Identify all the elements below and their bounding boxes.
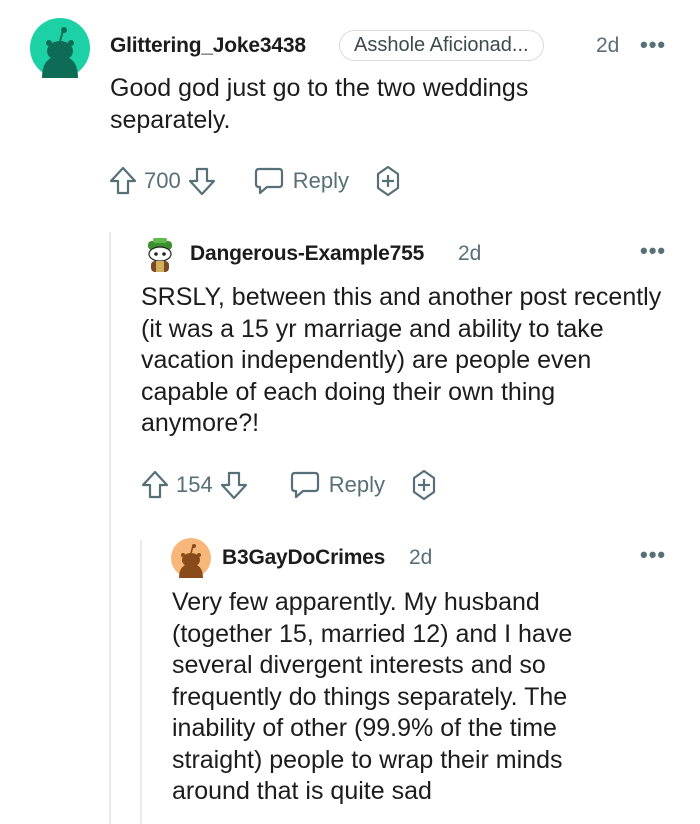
user-flair-text: Asshole Aficionad... xyxy=(354,34,529,56)
vote-count: 154 xyxy=(176,472,213,497)
user-flair[interactable]: Asshole Aficionad... xyxy=(339,30,544,61)
reply-label: Reply xyxy=(328,472,385,497)
comment-timestamp: 2d xyxy=(409,546,433,569)
comment-avatar[interactable] xyxy=(171,538,211,578)
downvote-icon[interactable] xyxy=(187,165,217,197)
reply-button[interactable]: Reply xyxy=(289,470,385,500)
thread-line[interactable] xyxy=(109,232,111,824)
comment-username[interactable]: Glittering_Joke3438 xyxy=(110,34,306,58)
more-options-icon[interactable]: ••• xyxy=(640,542,666,568)
upvote-icon[interactable] xyxy=(140,469,170,501)
comment-body: SRSLY, between this and another post rec… xyxy=(141,283,662,437)
comment-username[interactable]: Dangerous-Example755 xyxy=(190,242,424,266)
comment-bubble-icon xyxy=(254,167,283,195)
more-options-icon[interactable]: ••• xyxy=(640,238,666,264)
comment-body: Good god just go to the two weddings sep… xyxy=(110,74,529,134)
comment-avatar[interactable] xyxy=(141,236,179,274)
comment-timestamp: 2d xyxy=(458,242,482,265)
reddit-snoo-avatar-icon xyxy=(30,18,90,78)
comment-bubble-icon xyxy=(290,471,319,499)
comment-avatar[interactable] xyxy=(30,18,90,78)
reply-label: Reply xyxy=(292,168,349,193)
comment-actions: 154 Reply xyxy=(140,468,441,502)
comment-body: Very few apparently. My husband (togethe… xyxy=(172,588,573,805)
comment-actions: 700 Reply xyxy=(108,164,405,198)
reddit-snoo-avatar-icon xyxy=(171,538,211,578)
downvote-icon[interactable] xyxy=(219,469,249,501)
reply-button[interactable]: Reply xyxy=(253,166,349,196)
custom-snoo-avatar-icon xyxy=(148,238,172,272)
upvote-icon[interactable] xyxy=(108,165,138,197)
comment-timestamp: 2d xyxy=(596,34,620,57)
more-options-icon[interactable]: ••• xyxy=(640,32,666,58)
vote-count: 700 xyxy=(144,168,181,193)
award-icon[interactable] xyxy=(371,164,405,198)
thread-line[interactable] xyxy=(140,540,142,824)
comment-username[interactable]: B3GayDoCrimes xyxy=(222,546,385,570)
award-icon[interactable] xyxy=(407,468,441,502)
